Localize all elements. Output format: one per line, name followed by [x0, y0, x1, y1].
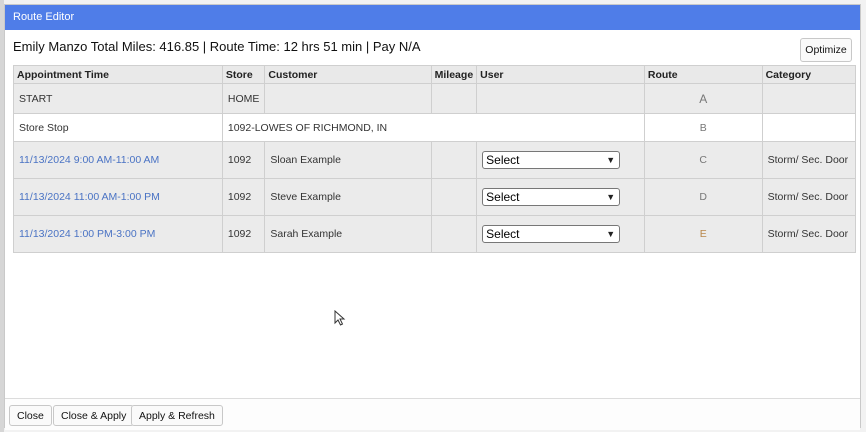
- table-row: 11/13/2024 1:00 PM-3:00 PM 1092 Sarah Ex…: [13, 215, 857, 253]
- route-summary: Emily Manzo Total Miles: 416.85 | Route …: [13, 39, 421, 54]
- appointment-customer: Sloan Example: [264, 141, 432, 179]
- close-and-apply-button[interactable]: Close & Apply: [53, 405, 135, 426]
- appointment-category: Storm/ Sec. Door: [761, 215, 857, 253]
- chevron-down-icon: ▼: [606, 155, 616, 165]
- start-route-letter: A: [643, 83, 763, 114]
- user-select-value: Select: [486, 190, 520, 204]
- store-stop-category: [761, 113, 857, 142]
- start-category: [761, 83, 857, 114]
- appointment-route-letter: E: [643, 215, 763, 253]
- table-row: 11/13/2024 11:00 AM-1:00 PM 1092 Steve E…: [13, 178, 857, 216]
- chevron-down-icon: ▼: [606, 192, 616, 202]
- appointment-customer: Sarah Example: [264, 215, 432, 253]
- appointment-user-cell: Select ▼: [476, 215, 645, 253]
- mouse-pointer-icon: [334, 310, 346, 326]
- start-mileage: [430, 83, 478, 114]
- appointment-category: Storm/ Sec. Door: [761, 141, 857, 179]
- appointment-time-link[interactable]: 11/13/2024 9:00 AM-11:00 AM: [13, 141, 223, 179]
- window-title: Route Editor: [13, 11, 75, 23]
- col-header-appointment-time: Appointment Time: [13, 65, 223, 84]
- user-select-value: Select: [486, 153, 520, 167]
- route-editor-window: Route Editor Emily Manzo Total Miles: 41…: [4, 4, 861, 430]
- store-stop-route-letter: B: [643, 113, 763, 142]
- appointment-user-cell: Select ▼: [476, 141, 645, 179]
- table-row-store-stop: Store Stop 1092-LOWES OF RICHMOND, IN B: [13, 113, 857, 142]
- appointment-time-link[interactable]: 11/13/2024 1:00 PM-3:00 PM: [13, 215, 223, 253]
- appointment-mileage: [430, 178, 478, 216]
- user-select[interactable]: Select ▼: [482, 151, 621, 169]
- col-header-category: Category: [761, 65, 857, 84]
- appointment-store: 1092: [221, 178, 266, 216]
- appointment-category: Storm/ Sec. Door: [761, 178, 857, 216]
- chevron-down-icon: ▼: [606, 229, 616, 239]
- start-customer: [264, 83, 432, 114]
- user-select[interactable]: Select ▼: [482, 188, 621, 206]
- appointment-time-link[interactable]: 11/13/2024 11:00 AM-1:00 PM: [13, 178, 223, 216]
- appointment-store: 1092: [221, 141, 266, 179]
- appointment-store: 1092: [221, 215, 266, 253]
- optimize-button[interactable]: Optimize: [800, 38, 852, 62]
- col-header-user: User: [476, 65, 645, 84]
- user-select[interactable]: Select ▼: [482, 225, 621, 243]
- appointment-route-letter: C: [643, 141, 763, 179]
- store-stop-location: 1092-LOWES OF RICHMOND, IN: [221, 113, 645, 142]
- store-stop-label: Store Stop: [13, 113, 223, 142]
- start-label: START: [13, 83, 223, 114]
- table-row: 11/13/2024 9:00 AM-11:00 AM 1092 Sloan E…: [13, 141, 857, 179]
- start-store: HOME: [221, 83, 266, 114]
- user-select-value: Select: [486, 227, 520, 241]
- appointment-mileage: [430, 141, 478, 179]
- start-user: [476, 83, 645, 114]
- appointment-route-letter: D: [643, 178, 763, 216]
- table-header-row: Appointment Time Store Customer Mileage …: [13, 65, 857, 84]
- window-titlebar[interactable]: Route Editor: [5, 5, 860, 30]
- table-row-start: START HOME A: [13, 83, 857, 114]
- col-header-mileage: Mileage: [430, 65, 478, 84]
- appointment-customer: Steve Example: [264, 178, 432, 216]
- close-button[interactable]: Close: [9, 405, 52, 426]
- appointment-mileage: [430, 215, 478, 253]
- route-table: Appointment Time Store Customer Mileage …: [13, 65, 857, 253]
- appointment-user-cell: Select ▼: [476, 178, 645, 216]
- col-header-store: Store: [221, 65, 266, 84]
- apply-and-refresh-button[interactable]: Apply & Refresh: [131, 405, 223, 426]
- col-header-customer: Customer: [264, 65, 432, 84]
- dialog-footer: Close Close & Apply Apply & Refresh: [5, 398, 860, 430]
- col-header-route: Route: [643, 65, 763, 84]
